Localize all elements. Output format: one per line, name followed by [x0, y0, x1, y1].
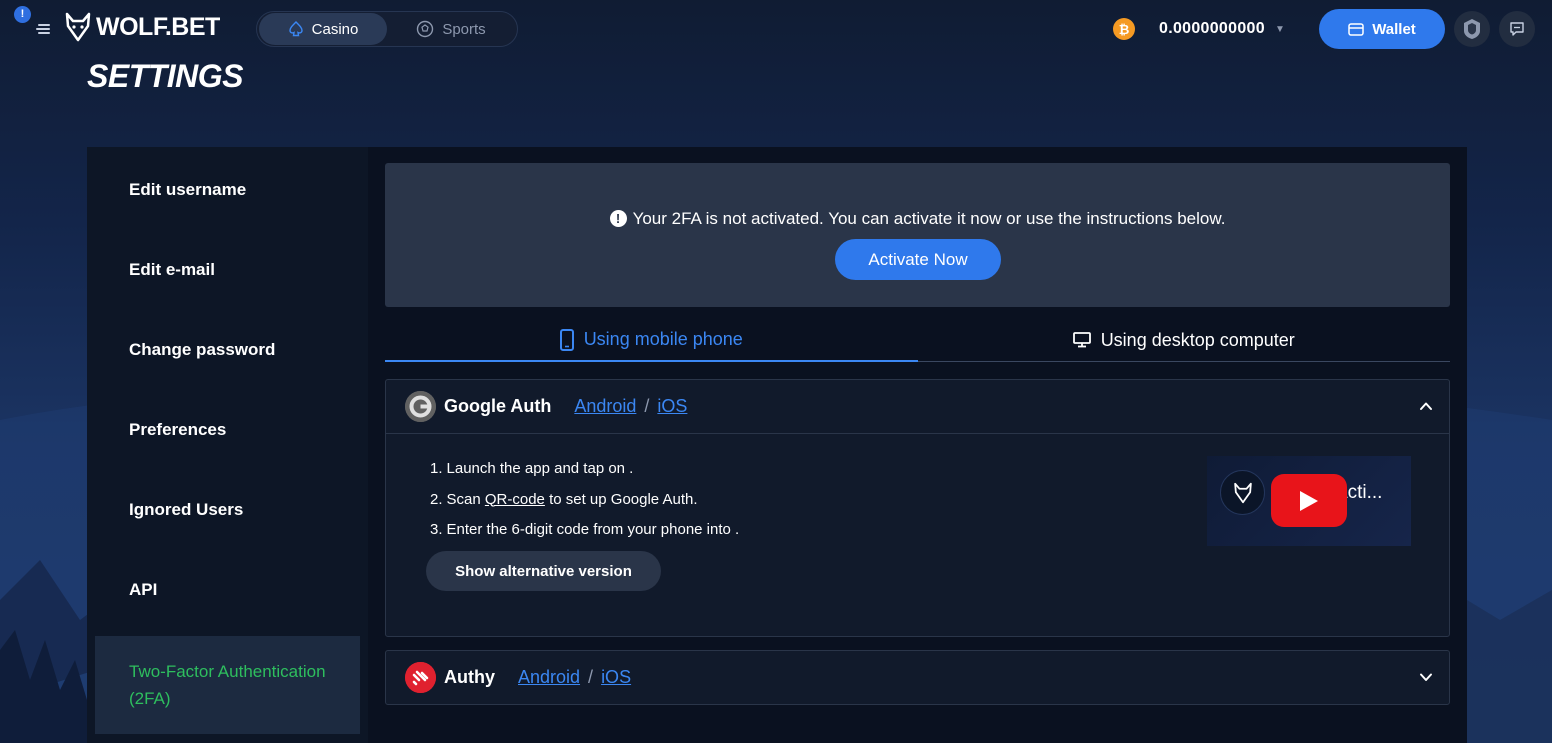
menu-toggle-button[interactable]	[28, 20, 50, 38]
spade-icon	[288, 21, 303, 37]
chat-button[interactable]	[1499, 11, 1535, 47]
google-auth-ios-link[interactable]: iOS	[657, 396, 687, 417]
channel-avatar	[1220, 470, 1265, 515]
authy-logo-icon	[405, 662, 436, 693]
chevron-up-icon[interactable]	[1418, 398, 1434, 414]
tab-mobile-phone[interactable]: Using mobile phone	[385, 319, 918, 362]
settings-sidebar: Edit username Edit e-mail Change passwor…	[87, 147, 368, 743]
wolf-logo-icon	[65, 12, 91, 42]
sidebar-item-2fa[interactable]: Two-Factor Authentication (2FA)	[95, 636, 360, 734]
sidebar-item-change-password[interactable]: Change password	[87, 310, 368, 390]
alert-text: Your 2FA is not activated. You can activ…	[632, 209, 1226, 228]
site-logo[interactable]: WOLF.BET	[64, 12, 220, 42]
link-separator: /	[644, 396, 650, 416]
show-alternative-version-button[interactable]: Show alternative version	[426, 551, 661, 591]
caret-down-icon: ▼	[1274, 23, 1285, 35]
shield-icon	[1464, 19, 1480, 39]
activate-now-button[interactable]: Activate Now	[835, 239, 1001, 280]
exclamation-icon: !	[609, 210, 627, 227]
authy-android-link[interactable]: Android	[518, 667, 580, 688]
wallet-button[interactable]: Wallet	[1319, 9, 1445, 49]
google-auth-body: 1. Launch the app and tap on . 2. Scan QR-…	[386, 433, 1449, 636]
authy-accordion: Authy Android / iOS	[385, 650, 1450, 705]
sidebar-item-ignored-users[interactable]: Ignored Users	[87, 470, 368, 550]
tab-desktop-computer[interactable]: Using desktop computer	[918, 319, 1451, 361]
logo-text: WOLF.BET	[96, 12, 220, 41]
chat-icon	[1510, 22, 1524, 36]
step-item: 3. Enter the 6-digit code from your phone…	[430, 521, 740, 538]
alert-message: ! Your 2FA is not activated. You can acti…	[385, 209, 1450, 229]
wallet-icon	[1348, 22, 1364, 36]
tutorial-video-thumbnail[interactable]: acti...	[1207, 456, 1411, 546]
authy-links: Android / iOS	[518, 667, 631, 688]
qr-code-link[interactable]: QR-code	[485, 491, 545, 508]
authy-ios-link[interactable]: iOS	[601, 667, 631, 688]
youtube-play-icon[interactable]	[1271, 474, 1347, 527]
tab-label: Using desktop computer	[1100, 329, 1295, 350]
sidebar-item-api[interactable]: API	[87, 550, 368, 630]
settings-main-panel: ! Your 2FA is not activated. You can acti…	[368, 147, 1467, 743]
balance-selector[interactable]: ₿ 0.0000000000 ▼	[1103, 10, 1313, 48]
vip-rank-button[interactable]	[1454, 11, 1490, 47]
step-item: 2. Scan QR-code to set up Google Auth.	[430, 490, 698, 508]
bitcoin-icon: ₿	[1113, 18, 1135, 40]
google-auth-android-link[interactable]: Android	[574, 396, 636, 417]
google-auth-title: Google Auth	[444, 396, 552, 416]
mode-tab-casino[interactable]: Casino	[259, 13, 387, 45]
sidebar-item-preferences[interactable]: Preferences	[87, 390, 368, 470]
mode-tab-label: Casino	[311, 20, 359, 38]
page-title: SETTINGS	[87, 58, 244, 94]
mode-tab-label: Sports	[442, 20, 486, 38]
soccer-ball-icon	[417, 20, 434, 38]
desktop-monitor-icon	[1072, 332, 1091, 348]
authy-header[interactable]: Authy Android / iOS	[386, 651, 1449, 704]
sidebar-item-edit-username[interactable]: Edit username	[87, 150, 368, 230]
balance-value: 0.0000000000	[1159, 20, 1265, 37]
step-item: 1. Launch the app and tap on .	[430, 460, 634, 477]
setup-steps-list: 1. Launch the app and tap on . 2. Scan QR-…	[430, 460, 739, 552]
google-auth-header[interactable]: Google Auth Android / iOS	[386, 380, 1449, 433]
2fa-alert-box: ! Your 2FA is not activated. You can acti…	[385, 163, 1450, 307]
google-auth-links: Android / iOS	[574, 396, 687, 417]
wallet-label: Wallet	[1372, 20, 1416, 38]
google-auth-accordion: Google Auth Android / iOS 1. Launch the a…	[385, 379, 1450, 637]
notification-badge[interactable]: !	[14, 6, 31, 23]
link-separator: /	[588, 667, 594, 687]
mode-tab-sports[interactable]: Sports	[387, 13, 515, 45]
top-header: ! WOLF.BET Casino Sports ₿ 0.0000000000 …	[0, 0, 1552, 58]
mobile-phone-icon	[559, 328, 574, 351]
mode-switch: Casino Sports	[256, 11, 518, 47]
wolf-logo-icon	[1233, 482, 1252, 503]
chevron-down-icon[interactable]	[1418, 669, 1434, 685]
google-authenticator-logo-icon	[405, 391, 436, 422]
device-tabs: Using mobile phone Using desktop compute…	[385, 319, 1450, 362]
sidebar-item-edit-email[interactable]: Edit e-mail	[87, 230, 368, 310]
authy-title: Authy	[444, 667, 495, 687]
tab-label: Using mobile phone	[583, 329, 743, 349]
